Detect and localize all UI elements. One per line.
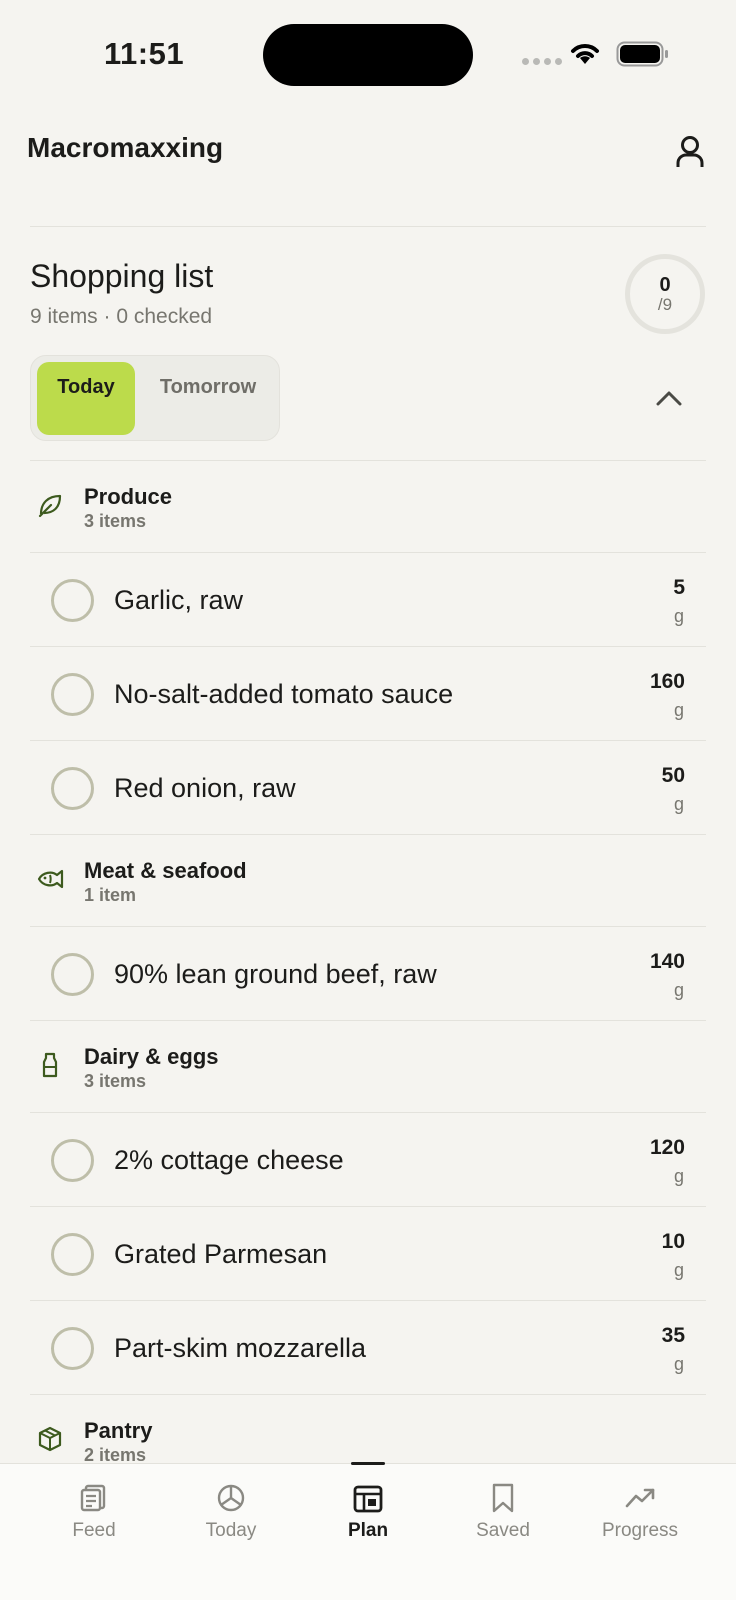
plan-icon [353,1485,383,1513]
item-name: Part-skim mozzarella [114,1333,367,1363]
item-name: Red onion, raw [114,773,296,803]
item-quantity: 50 [661,764,685,787]
item-checkbox[interactable] [51,1233,94,1276]
list-item[interactable]: Garlic, raw 5 g [30,552,706,646]
list-item[interactable]: No-salt-added tomato sauce 160 g [30,646,706,740]
collapse-button[interactable] [650,382,688,414]
fish-icon [37,869,64,889]
category-name: Meat & seafood [84,858,247,883]
tab-label: Saved [476,1520,530,1541]
tab-saved[interactable]: Saved [433,1464,573,1564]
page-title: Shopping list [30,258,214,294]
progress-checked-count: 0 [659,274,671,296]
leaf-icon [38,494,62,518]
tab-today-nav[interactable]: Today [161,1464,301,1564]
milk-bottle-icon [42,1052,58,1078]
list-item[interactable]: 90% lean ground beef, raw 140 g [30,926,706,1020]
bookmark-icon [492,1483,514,1513]
bottom-tab-bar: Feed Today Plan Saved Progress [0,1462,736,1600]
item-unit: g [673,794,684,814]
category-dairy-eggs[interactable]: Dairy & eggs 3 items [30,1020,706,1112]
category-name: Produce [84,484,173,509]
item-quantity: 160 [649,670,685,693]
item-checkbox[interactable] [51,1327,94,1370]
category-produce[interactable]: Produce 3 items [30,460,706,552]
item-unit: g [673,980,684,1000]
item-name: Grated Parmesan [114,1239,328,1269]
status-time: 11:51 [104,36,185,71]
item-checkbox[interactable] [51,953,94,996]
tab-today[interactable]: Today [37,362,135,435]
tab-label: Progress [601,1520,679,1541]
item-name: No-salt-added tomato sauce [114,679,454,709]
tab-feed[interactable]: Feed [24,1464,164,1564]
person-icon [676,136,704,167]
item-quantity: 140 [649,950,685,973]
list-item[interactable]: Part-skim mozzarella 35 g [30,1300,706,1394]
list-item[interactable]: 2% cottage cheese 120 g [30,1112,706,1206]
item-quantity: 35 [661,1324,685,1347]
category-meat-seafood[interactable]: Meat & seafood 1 item [30,834,706,926]
tab-label: Feed [72,1520,116,1541]
item-name: 2% cottage cheese [114,1145,344,1175]
status-bar: 11:51 [0,0,736,100]
divider [30,226,706,227]
item-name: 90% lean ground beef, raw [114,959,437,989]
item-quantity: 5 [673,576,685,599]
box-icon [38,1426,62,1452]
tab-tomorrow[interactable]: Tomorrow [143,362,273,435]
trend-icon [625,1488,655,1508]
app-header: Macromaxxing [0,120,736,200]
battery-icon [616,41,668,67]
list-item[interactable]: Grated Parmesan 10 g [30,1206,706,1300]
category-count: 1 item [84,885,137,905]
checked-progress-ring: 0 /9 [625,254,705,334]
category-count: 3 items [84,511,147,531]
cellular-signal-icon [522,58,562,65]
active-tab-indicator [351,1462,385,1465]
day-segmented-control: Today Tomorrow [30,355,280,441]
item-checkbox[interactable] [51,1139,94,1182]
shopping-list: Produce 3 items Garlic, raw 5 g No-salt-… [30,460,706,1486]
tab-plan[interactable]: Plan [298,1462,438,1564]
wifi-icon [571,44,599,64]
item-unit: g [673,700,684,720]
tab-progress[interactable]: Progress [570,1464,710,1564]
item-unit: g [673,1354,684,1374]
item-unit: g [673,1260,684,1280]
item-checkbox[interactable] [51,767,94,810]
item-unit: g [673,1166,684,1186]
item-checkbox[interactable] [51,673,94,716]
item-quantity: 120 [649,1136,685,1159]
progress-total-count: /9 [657,295,673,314]
today-icon [217,1484,245,1512]
tab-label: Today [205,1520,257,1541]
category-count: 3 items [84,1071,147,1091]
item-name: Garlic, raw [114,585,244,615]
category-name: Pantry [84,1418,153,1443]
profile-button[interactable] [666,128,714,176]
app-title: Macromaxxing [27,132,224,163]
list-item[interactable]: Red onion, raw 50 g [30,740,706,834]
list-summary: 9 items · 0 checked [30,305,213,328]
item-unit: g [673,606,684,626]
item-quantity: 10 [661,1230,685,1253]
chevron-up-icon [656,391,682,406]
feed-icon [80,1484,106,1512]
category-name: Dairy & eggs [84,1044,219,1069]
item-checkbox[interactable] [51,579,94,622]
dynamic-island [263,24,473,86]
tab-label: Plan [347,1520,389,1541]
